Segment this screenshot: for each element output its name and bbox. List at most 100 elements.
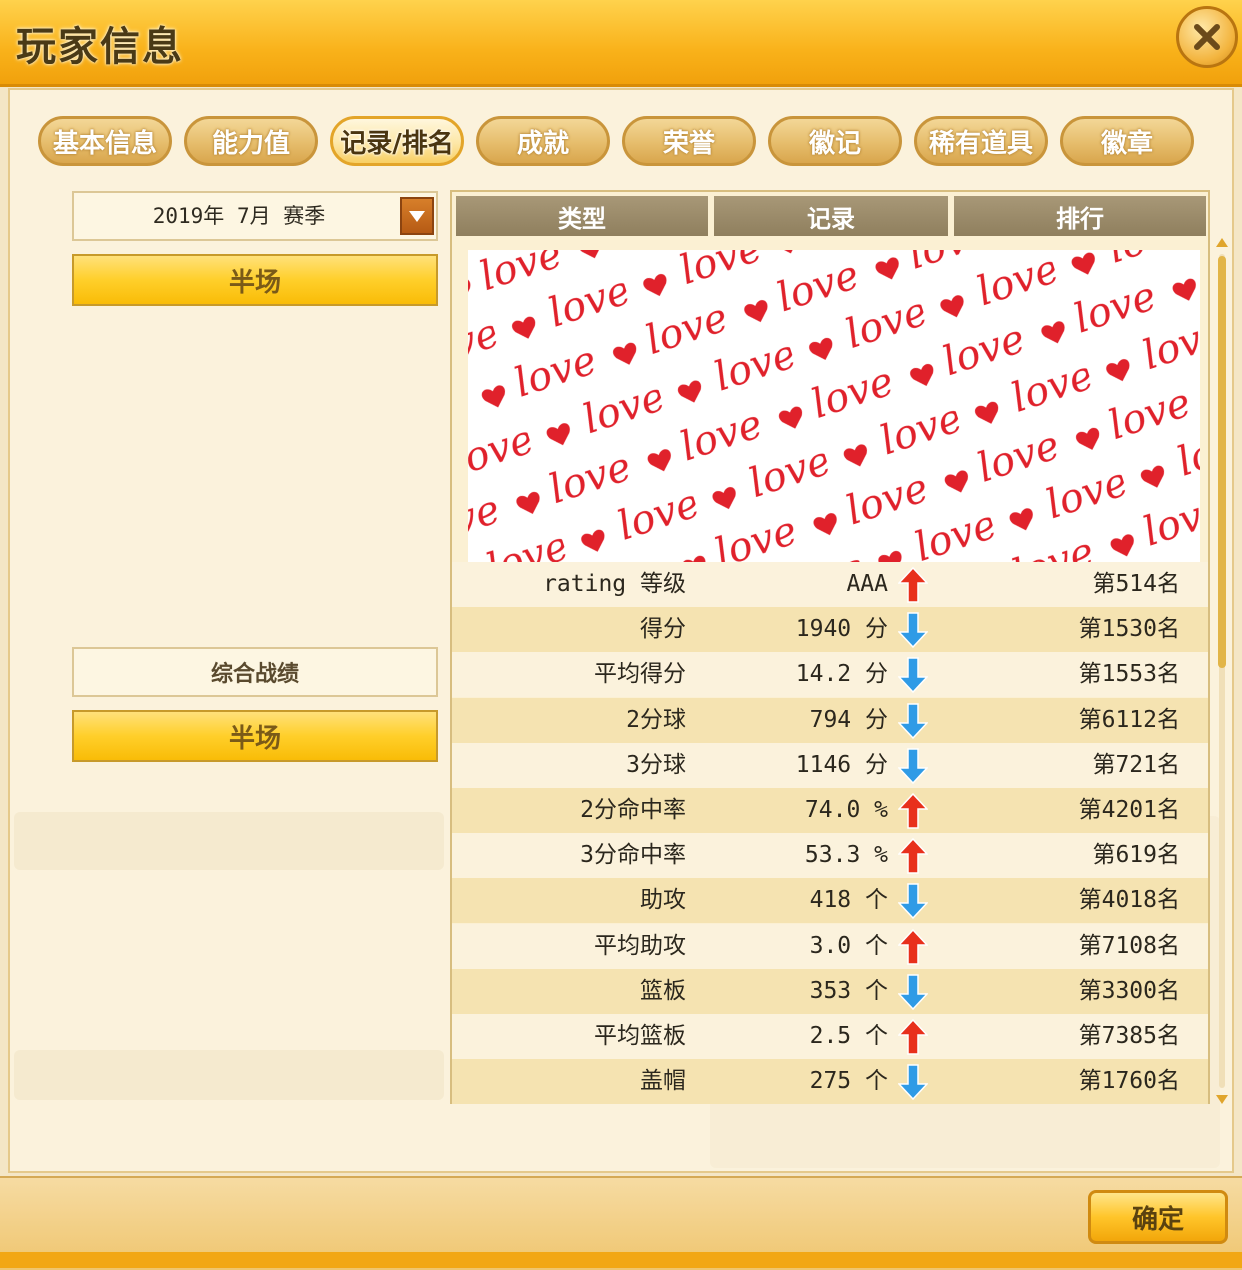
table-row: 助攻 418 个 第4018名	[452, 878, 1208, 924]
arrow-up-icon	[897, 928, 929, 965]
column-header-rank: 排行	[954, 196, 1206, 236]
close-button[interactable]	[1176, 6, 1238, 68]
record-value: 418 个	[809, 887, 888, 914]
column-header-type: 类型	[456, 196, 708, 236]
table-row: 3分命中率 53.3 % 第619名	[452, 833, 1208, 879]
title-bar: 玩家信息	[0, 0, 1242, 87]
record-type: 平均助攻	[594, 932, 686, 959]
record-rank: 第4018名	[1078, 887, 1180, 914]
record-type: rating 等级	[543, 571, 686, 597]
record-rank: 第619名	[1092, 842, 1180, 869]
record-type: 3分命中率	[580, 842, 686, 869]
overall-record-label: 综合战绩	[72, 647, 438, 697]
confirm-button[interactable]: 确定	[1088, 1190, 1228, 1244]
tab-honors[interactable]: 荣誉	[622, 116, 756, 166]
chevron-down-icon	[409, 211, 425, 222]
arrow-down-icon	[897, 1064, 929, 1101]
arrow-up-icon	[897, 792, 929, 829]
column-header-record: 记录	[714, 196, 948, 236]
tab-rare-items[interactable]: 稀有道具	[914, 116, 1048, 166]
scroll-down-icon[interactable]	[1214, 1092, 1230, 1106]
record-type: 平均篮板	[594, 1023, 686, 1049]
love-pattern-image: love love	[468, 250, 1200, 562]
record-value: 74.0 %	[804, 797, 888, 823]
tab-badges[interactable]: 徽章	[1060, 116, 1194, 166]
record-type: 3分球	[626, 751, 686, 778]
table-row: 平均得分 14.2 分 第1553名	[452, 652, 1208, 698]
record-value: 14.2 分	[795, 661, 888, 688]
record-value: AAA	[846, 571, 888, 597]
record-value: 2.5 个	[809, 1023, 888, 1049]
trend-indicator	[897, 612, 929, 649]
trend-indicator	[897, 792, 929, 829]
overall-half-court-button[interactable]: 半场	[72, 710, 438, 762]
background-panel	[14, 812, 444, 870]
tab-basic-info[interactable]: 基本信息	[38, 116, 172, 166]
arrow-down-icon	[897, 748, 929, 784]
record-value: 1146 分	[795, 751, 888, 778]
trend-indicator	[897, 657, 929, 694]
record-rank: 第6112名	[1078, 706, 1180, 733]
table-row: 3分球 1146 分 第721名	[452, 742, 1208, 788]
arrow-up-icon	[897, 566, 929, 603]
tab-emblems[interactable]: 徽记	[768, 116, 902, 166]
scrollbar[interactable]	[1214, 236, 1230, 1106]
record-value: 353 个	[809, 977, 888, 1004]
record-type: 篮板	[640, 977, 686, 1004]
record-type: 助攻	[640, 887, 686, 914]
table-row: 2分命中率 74.0 % 第4201名	[452, 788, 1208, 833]
arrow-down-icon	[897, 974, 929, 1010]
record-type: 得分	[640, 616, 686, 643]
record-value: 3.0 个	[809, 932, 888, 959]
trend-indicator	[897, 1018, 929, 1055]
arrow-down-icon	[897, 702, 929, 739]
table-row: 得分 1940 分 第1530名	[452, 607, 1208, 653]
footer-strip	[0, 1252, 1242, 1268]
table-row: 盖帽 275 个 第1760名	[452, 1059, 1208, 1105]
mode-half-court-button[interactable]: 半场	[72, 254, 438, 306]
record-value: 275 个	[809, 1068, 888, 1095]
background-panel	[14, 1050, 444, 1100]
love-pattern-banner: love love	[468, 250, 1200, 562]
trend-indicator	[897, 702, 929, 739]
record-rank: 第3300名	[1078, 977, 1180, 1004]
season-dropdown[interactable]: 2019年 7月 赛季	[72, 191, 438, 241]
window-title: 玩家信息	[16, 24, 184, 70]
record-rank: 第721名	[1092, 751, 1180, 778]
scroll-up-icon[interactable]	[1214, 236, 1230, 250]
table-row: 篮板 353 个 第3300名	[452, 968, 1208, 1014]
record-rank: 第7385名	[1078, 1023, 1180, 1049]
record-value: 53.3 %	[804, 842, 888, 869]
arrow-down-icon	[897, 883, 929, 920]
record-value: 1940 分	[795, 616, 888, 643]
trend-indicator	[897, 974, 929, 1010]
record-value: 794 分	[809, 706, 888, 733]
dropdown-button[interactable]	[400, 197, 434, 235]
arrow-up-icon	[897, 1018, 929, 1055]
arrow-up-icon	[897, 838, 929, 874]
trend-indicator	[897, 566, 929, 603]
arrow-down-icon	[897, 612, 929, 649]
scroll-thumb[interactable]	[1218, 256, 1226, 668]
record-rank: 第1553名	[1078, 661, 1180, 688]
arrow-down-icon	[897, 657, 929, 694]
trend-indicator	[897, 883, 929, 920]
table-row: 平均助攻 3.0 个 第7108名	[452, 923, 1208, 969]
record-type: 平均得分	[594, 661, 686, 688]
record-rank: 第4201名	[1078, 797, 1180, 823]
table-row: 2分球 794 分 第6112名	[452, 697, 1208, 743]
record-type: 盖帽	[640, 1068, 686, 1095]
record-rank: 第1760名	[1078, 1068, 1180, 1095]
record-type: 2分球	[626, 706, 686, 733]
record-rank: 第1530名	[1078, 616, 1180, 643]
tab-records-ranking[interactable]: 记录/排名	[330, 116, 464, 166]
record-rank: 第514名	[1092, 571, 1180, 597]
tab-abilities[interactable]: 能力值	[184, 116, 318, 166]
record-type: 2分命中率	[580, 797, 686, 823]
table-row: 平均篮板 2.5 个 第7385名	[452, 1014, 1208, 1059]
tab-achievements[interactable]: 成就	[476, 116, 610, 166]
record-rank: 第7108名	[1078, 932, 1180, 959]
trend-indicator	[897, 1064, 929, 1101]
season-value: 2019年 7月 赛季	[152, 204, 326, 228]
trend-indicator	[897, 838, 929, 874]
